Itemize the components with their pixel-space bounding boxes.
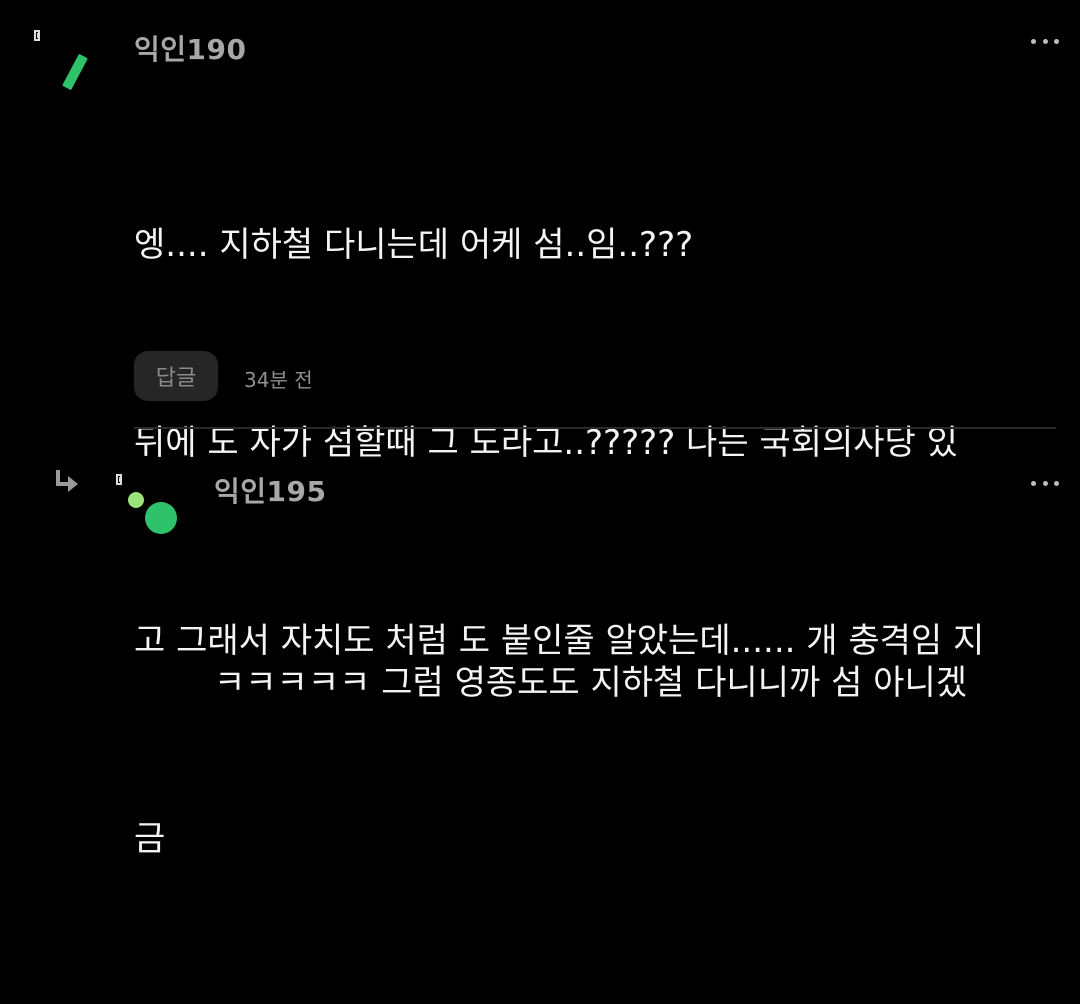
divider	[134, 427, 1056, 429]
green-bar-avatar-icon	[62, 54, 88, 90]
reply-button[interactable]: 답글	[134, 351, 218, 401]
more-options-icon[interactable]	[1031, 478, 1059, 488]
username[interactable]: 익인190	[134, 28, 246, 68]
username[interactable]: 익인195	[214, 470, 326, 510]
green-dots-avatar-icon	[128, 492, 177, 534]
more-options-icon[interactable]	[1031, 36, 1059, 46]
comment-body: ㅋㅋㅋㅋㅋ 그럼 영종도도 지하철 다니니까 섬 아니겠	[214, 518, 1054, 848]
flag-icon	[116, 474, 122, 485]
timestamp: 34분 전	[244, 368, 313, 392]
comment-line: 엥.... 지하철 다니는데 어케 섬..임..???	[134, 225, 694, 265]
reply-comment-item: 익인195 ㅋㅋㅋㅋㅋ 그럼 영종도도 지하철 다니니까 섬 아니겠	[0, 430, 1080, 703]
comment-item: 익인190 엥.... 지하철 다니는데 어케 섬..임..??? 뒤에 도 자…	[0, 0, 1080, 859]
flag-icon	[34, 30, 40, 41]
reply-arrow-icon	[56, 470, 78, 492]
comment-line: ㅋㅋㅋㅋㅋ 그럼 영종도도 지하철 다니니까 섬 아니겠	[214, 663, 968, 703]
